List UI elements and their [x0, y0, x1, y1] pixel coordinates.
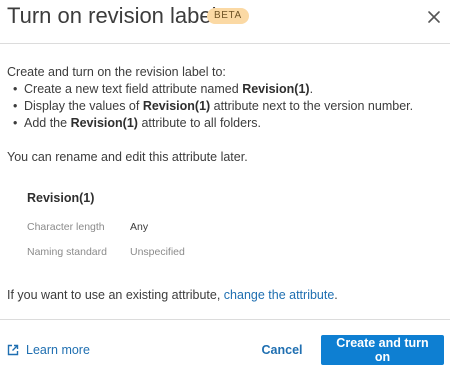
character-length-value: Any [130, 221, 149, 233]
bullet-text: . [309, 82, 314, 96]
bullet-text: Display the values of [24, 99, 143, 113]
bullet-text: attribute next to the version number. [210, 99, 414, 113]
bullet-text: Add the [24, 116, 71, 130]
dialog-header: Turn on revision label BETA [0, 0, 450, 44]
attribute-name-inline: Revision(1) [70, 116, 138, 130]
create-and-turn-on-button[interactable]: Create and turn on [321, 335, 444, 365]
attribute-name-inline: Revision(1) [142, 99, 211, 113]
learn-more-label: Learn more [26, 342, 90, 357]
list-item: Display the values of Revision(1) attrib… [13, 98, 413, 115]
revision-label-dialog: Turn on revision label BETA Create and t… [0, 0, 450, 373]
footer-divider [0, 319, 450, 320]
rename-note: You can rename and edit this attribute l… [7, 150, 248, 164]
bullet-text: attribute to all folders. [137, 116, 261, 130]
close-icon[interactable] [424, 7, 444, 27]
cancel-button[interactable]: Cancel [255, 336, 309, 364]
change-attribute-link[interactable]: change the attribute [224, 288, 335, 302]
naming-standard-label: Naming standard [27, 246, 107, 258]
bullet-text: Create a new text field attribute named [24, 82, 243, 96]
bullet-list: Create a new text field attribute named … [13, 81, 413, 132]
external-link-icon [7, 344, 19, 356]
attribute-name: Revision(1) [27, 191, 95, 205]
beta-badge: BETA [207, 8, 249, 24]
learn-more-link[interactable]: Learn more [7, 341, 90, 358]
list-item: Add the Revision(1) attribute to all fol… [13, 115, 413, 132]
intro-text: Create and turn on the revision label to… [7, 65, 226, 79]
list-item: Create a new text field attribute named … [13, 81, 413, 98]
existing-attribute-note: If you want to use an existing attribute… [7, 287, 338, 304]
existing-note-suffix: . [334, 288, 338, 302]
naming-standard-value: Unspecified [130, 246, 185, 258]
dialog-title: Turn on revision label [7, 3, 217, 28]
character-length-label: Character length [27, 221, 105, 233]
existing-note-text: If you want to use an existing attribute… [7, 288, 224, 302]
attribute-name-inline: Revision(1) [242, 82, 310, 96]
